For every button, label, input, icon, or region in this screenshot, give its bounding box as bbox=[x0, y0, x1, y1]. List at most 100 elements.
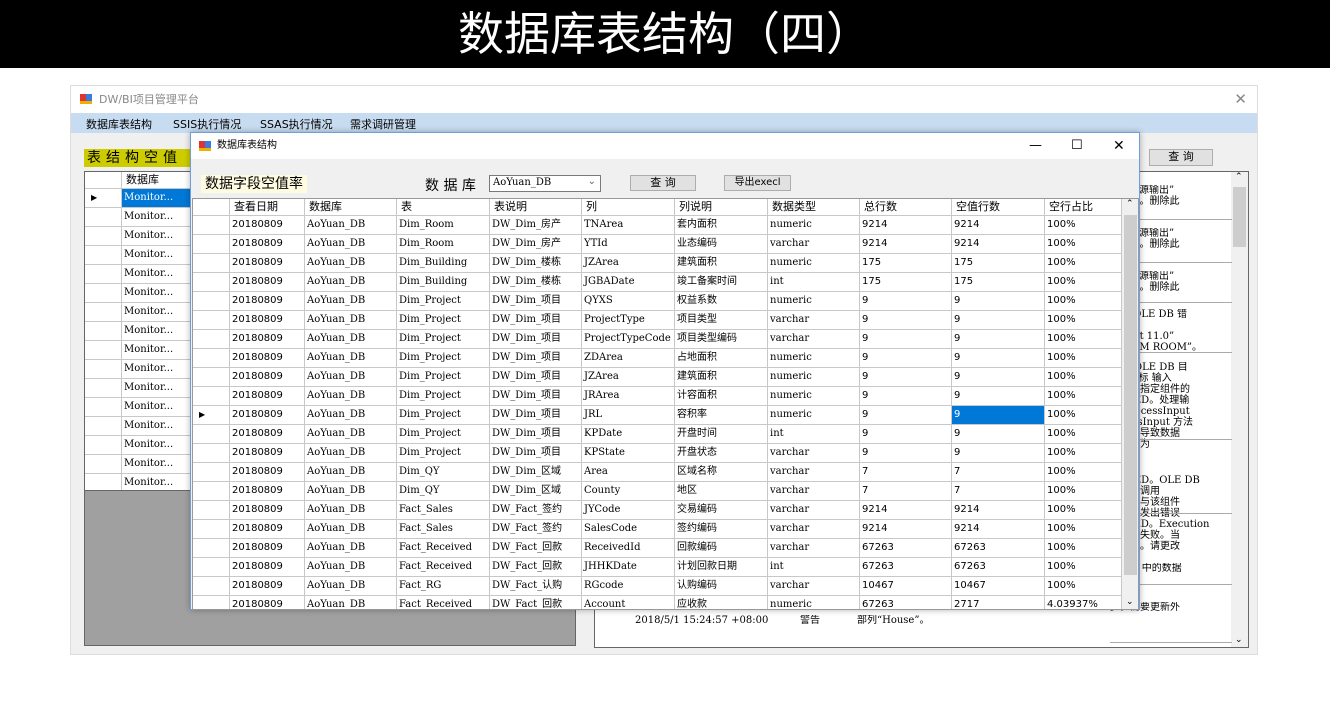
cell-table-desc[interactable]: DW_Fact_认购 bbox=[490, 577, 582, 596]
column-header-total-rows[interactable]: 总行数 bbox=[860, 199, 952, 216]
cell-database[interactable]: AoYuan_DB bbox=[305, 558, 397, 577]
cell-database[interactable]: AoYuan_DB bbox=[305, 387, 397, 406]
cell-table[interactable]: Fact_Sales bbox=[397, 520, 490, 539]
cell-table[interactable]: Fact_Received bbox=[397, 596, 490, 609]
cell-column[interactable]: JYCode bbox=[582, 501, 675, 520]
cell-table-desc[interactable]: DW_Dim_项目 bbox=[490, 444, 582, 463]
cell-null-rows[interactable]: 9214 bbox=[952, 501, 1045, 520]
cell-total-rows[interactable]: 9 bbox=[860, 349, 952, 368]
cell-null-ratio[interactable]: 100% bbox=[1045, 463, 1122, 482]
row-header[interactable] bbox=[193, 216, 230, 235]
cell-table[interactable]: Fact_Received bbox=[397, 539, 490, 558]
cell-column[interactable]: Account bbox=[582, 596, 675, 609]
cell-null-ratio[interactable]: 100% bbox=[1045, 235, 1122, 254]
cell-column[interactable]: RGcode bbox=[582, 577, 675, 596]
cell-null-rows[interactable]: 9 bbox=[952, 387, 1045, 406]
cell-table-desc[interactable]: DW_Dim_项目 bbox=[490, 406, 582, 425]
cell-column-desc[interactable]: 建筑面积 bbox=[675, 254, 768, 273]
column-header-column-desc[interactable]: 列说明 bbox=[675, 199, 768, 216]
cell-null-ratio[interactable]: 100% bbox=[1045, 539, 1122, 558]
left-row-header[interactable] bbox=[85, 265, 122, 284]
row-header[interactable] bbox=[193, 558, 230, 577]
cell-table[interactable]: Dim_QY bbox=[397, 482, 490, 501]
cell-total-rows[interactable]: 67263 bbox=[860, 558, 952, 577]
cell-total-rows[interactable]: 9 bbox=[860, 406, 952, 425]
cell-database[interactable]: AoYuan_DB bbox=[305, 330, 397, 349]
cell-table[interactable]: Dim_Project bbox=[397, 330, 490, 349]
cell-total-rows[interactable]: 9 bbox=[860, 330, 952, 349]
cell-table[interactable]: Dim_Project bbox=[397, 387, 490, 406]
cell-column[interactable]: SalesCode bbox=[582, 520, 675, 539]
left-row-header[interactable] bbox=[85, 379, 122, 398]
cell-data-type[interactable]: varchar bbox=[768, 539, 860, 558]
left-cell-database[interactable]: Monitor... bbox=[122, 322, 193, 341]
cell-database[interactable]: AoYuan_DB bbox=[305, 444, 397, 463]
cell-null-rows[interactable]: 9 bbox=[952, 368, 1045, 387]
cell-date[interactable]: 20180809 bbox=[230, 539, 305, 558]
query-button[interactable]: 查 询 bbox=[630, 175, 696, 191]
left-row-header[interactable] bbox=[85, 227, 122, 246]
close-icon[interactable]: ✕ bbox=[1234, 86, 1247, 113]
cell-database[interactable]: AoYuan_DB bbox=[305, 254, 397, 273]
cell-null-rows[interactable]: 9 bbox=[952, 292, 1045, 311]
cell-total-rows[interactable]: 175 bbox=[860, 273, 952, 292]
scroll-up-icon[interactable]: ⌃ bbox=[1126, 199, 1134, 209]
cell-null-rows[interactable]: 9 bbox=[952, 444, 1045, 463]
left-row-header[interactable] bbox=[85, 284, 122, 303]
cell-total-rows[interactable]: 7 bbox=[860, 463, 952, 482]
cell-data-type[interactable]: varchar bbox=[768, 577, 860, 596]
cell-column[interactable]: JRL bbox=[582, 406, 675, 425]
cell-total-rows[interactable]: 9214 bbox=[860, 216, 952, 235]
cell-column[interactable]: QYXS bbox=[582, 292, 675, 311]
cell-table-desc[interactable]: DW_Dim_项目 bbox=[490, 387, 582, 406]
cell-null-rows[interactable]: 9214 bbox=[952, 216, 1045, 235]
cell-table-desc[interactable]: DW_Fact_回款 bbox=[490, 558, 582, 577]
cell-data-type[interactable]: varchar bbox=[768, 330, 860, 349]
row-header[interactable] bbox=[193, 425, 230, 444]
cell-total-rows[interactable]: 9 bbox=[860, 425, 952, 444]
cell-data-type[interactable]: varchar bbox=[768, 482, 860, 501]
cell-null-ratio[interactable]: 100% bbox=[1045, 425, 1122, 444]
cell-database[interactable]: AoYuan_DB bbox=[305, 273, 397, 292]
cell-date[interactable]: 20180809 bbox=[230, 482, 305, 501]
left-row-header[interactable] bbox=[85, 474, 122, 490]
cell-column-desc[interactable]: 计划回款日期 bbox=[675, 558, 768, 577]
cell-null-rows[interactable]: 7 bbox=[952, 463, 1045, 482]
cell-column-desc[interactable]: 竣工备案时间 bbox=[675, 273, 768, 292]
left-cell-database[interactable]: Monitor... bbox=[122, 379, 193, 398]
cell-date[interactable]: 20180809 bbox=[230, 501, 305, 520]
cell-date[interactable]: 20180809 bbox=[230, 235, 305, 254]
cell-null-rows[interactable]: 10467 bbox=[952, 577, 1045, 596]
cell-database[interactable]: AoYuan_DB bbox=[305, 596, 397, 609]
row-header[interactable] bbox=[193, 596, 230, 609]
left-cell-database[interactable]: Monitor... bbox=[122, 208, 193, 227]
cell-column-desc[interactable]: 地区 bbox=[675, 482, 768, 501]
cell-date[interactable]: 20180809 bbox=[230, 368, 305, 387]
cell-table-desc[interactable]: DW_Fact_回款 bbox=[490, 539, 582, 558]
column-header-null-ratio[interactable]: 空行占比 bbox=[1045, 199, 1122, 216]
cell-data-type[interactable]: varchar bbox=[768, 235, 860, 254]
cell-null-rows[interactable]: 9 bbox=[952, 311, 1045, 330]
cell-null-rows[interactable]: 175 bbox=[952, 254, 1045, 273]
log-scroll-thumb[interactable] bbox=[1233, 187, 1246, 247]
row-header[interactable] bbox=[193, 577, 230, 596]
cell-data-type[interactable]: varchar bbox=[768, 311, 860, 330]
left-cell-database[interactable]: Monitor... bbox=[122, 246, 193, 265]
menu-requirements[interactable]: 需求调研管理 bbox=[350, 116, 416, 132]
left-row-header[interactable] bbox=[85, 398, 122, 417]
cell-data-type[interactable]: numeric bbox=[768, 254, 860, 273]
cell-date[interactable]: 20180809 bbox=[230, 216, 305, 235]
cell-column[interactable]: KPDate bbox=[582, 425, 675, 444]
cell-column[interactable]: ProjectType bbox=[582, 311, 675, 330]
cell-date[interactable]: 20180809 bbox=[230, 292, 305, 311]
cell-database[interactable]: AoYuan_DB bbox=[305, 368, 397, 387]
cell-data-type[interactable]: numeric bbox=[768, 216, 860, 235]
grid-scrollbar[interactable]: ⌃ ⌄ bbox=[1122, 199, 1138, 609]
row-header[interactable] bbox=[193, 235, 230, 254]
cell-column[interactable]: Area bbox=[582, 463, 675, 482]
left-row-header[interactable] bbox=[85, 341, 122, 360]
cell-table-desc[interactable]: DW_Dim_房产 bbox=[490, 235, 582, 254]
row-header[interactable] bbox=[193, 254, 230, 273]
cell-table-desc[interactable]: DW_Fact_回款 bbox=[490, 596, 582, 609]
cell-data-type[interactable]: int bbox=[768, 425, 860, 444]
